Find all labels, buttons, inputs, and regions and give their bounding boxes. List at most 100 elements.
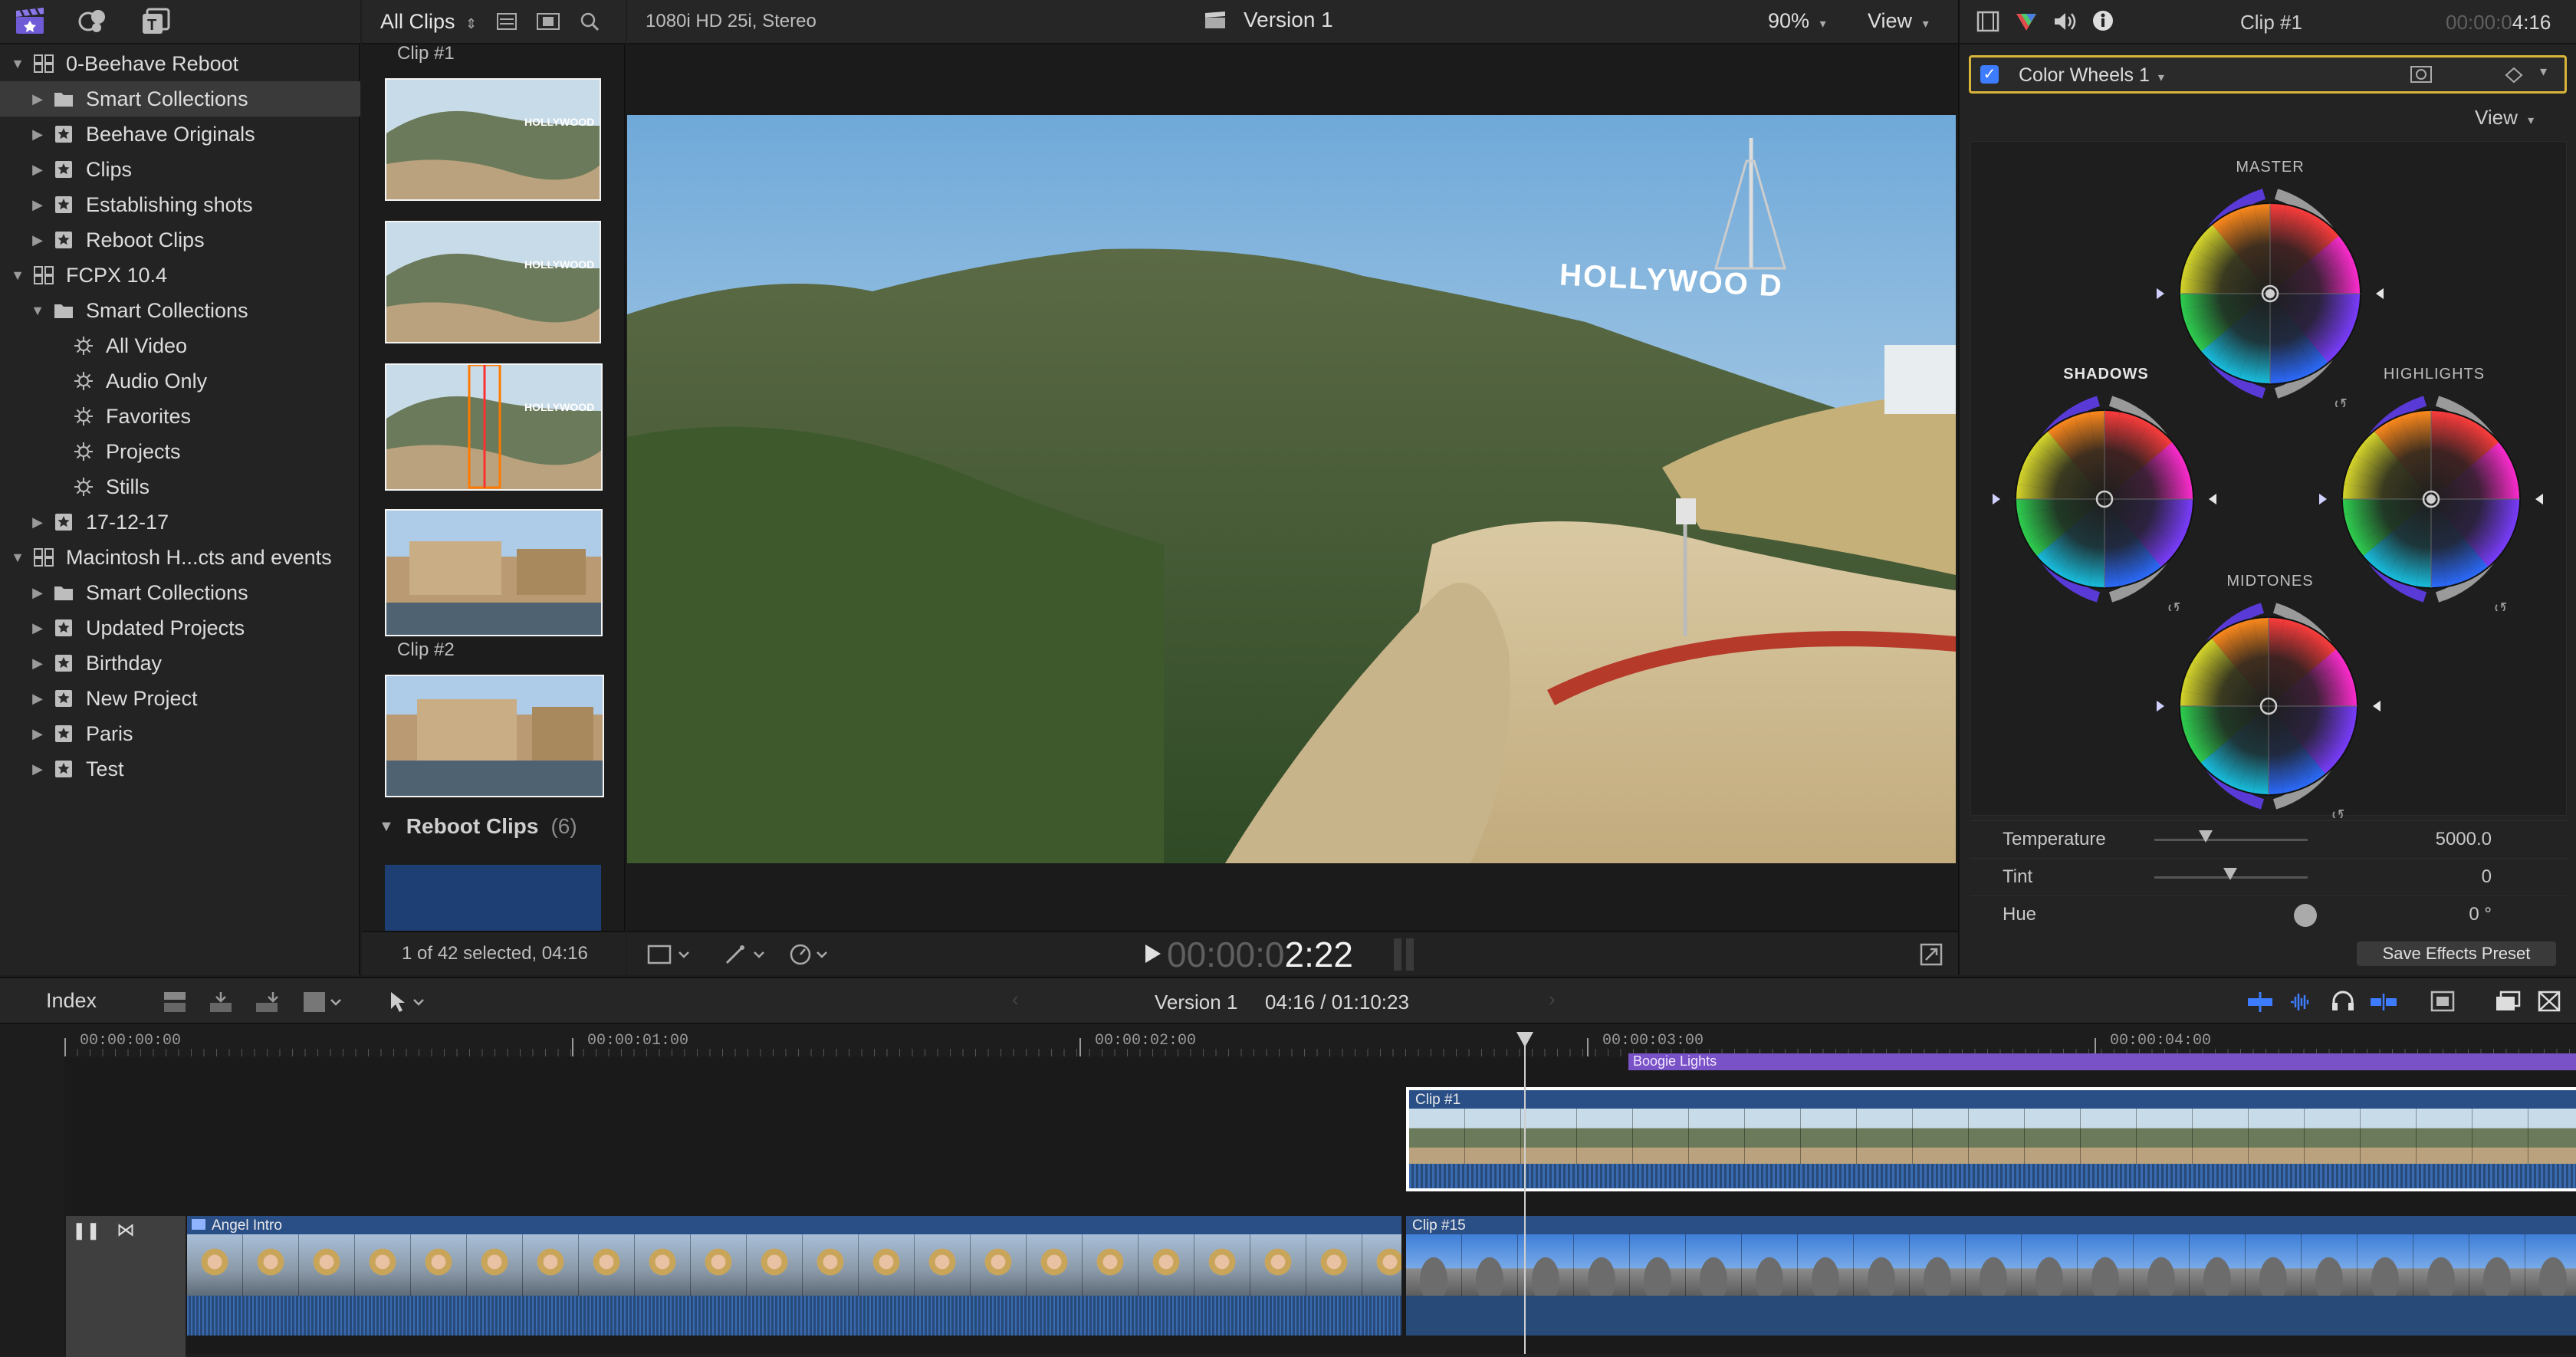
sidebar-item[interactable]: ▶ Clips xyxy=(0,152,360,187)
param-value[interactable]: 5000.0 xyxy=(2354,829,2492,850)
sidebar-item[interactable]: ▼ Smart Collections xyxy=(0,293,360,328)
list-view-icon[interactable] xyxy=(497,13,518,30)
enhance-wand-icon[interactable] xyxy=(722,943,768,966)
gap-clip[interactable]: ❚❚ ⋈ xyxy=(66,1216,186,1357)
disclosure-down-icon[interactable]: ▼ xyxy=(9,55,26,72)
save-effects-preset-button[interactable]: Save Effects Preset xyxy=(2357,941,2556,966)
color-wheel-master[interactable]: ↺ xyxy=(2157,180,2384,407)
sidebar-item[interactable]: ▶ Reboot Clips xyxy=(0,222,360,258)
sidebar-item[interactable]: ▼ Macintosh H...cts and events xyxy=(0,540,360,575)
effect-name-dropdown[interactable]: Color Wheels 1 ▾ xyxy=(2019,64,2164,87)
retime-speed-icon[interactable] xyxy=(788,943,834,966)
sidebar-item[interactable]: ▶ Test xyxy=(0,751,360,787)
timeline-clip-selected[interactable]: Clip #1 xyxy=(1406,1087,2576,1191)
disclosure-right-icon[interactable]: ▶ xyxy=(29,619,46,636)
fullscreen-icon[interactable] xyxy=(1920,943,1943,966)
effects-browser-icon[interactable] xyxy=(2495,991,2521,1012)
disclosure-down-icon[interactable]: ▼ xyxy=(9,549,26,566)
sidebar-item[interactable]: ▶ Smart Collections xyxy=(0,575,360,610)
playhead[interactable] xyxy=(1524,1033,1526,1354)
sidebar-item[interactable]: Projects xyxy=(0,434,360,469)
transitions-browser-icon[interactable] xyxy=(2538,991,2561,1012)
disclosure-right-icon[interactable]: ▶ xyxy=(29,232,46,248)
transform-tool-icon[interactable] xyxy=(647,943,693,966)
disclosure-right-icon[interactable]: ▶ xyxy=(29,725,46,742)
disclosure-right-icon[interactable]: ▶ xyxy=(29,761,46,777)
disclosure-right-icon[interactable]: ▶ xyxy=(29,161,46,178)
audio-skimming-icon[interactable] xyxy=(2289,992,2317,1012)
play-button[interactable] xyxy=(1142,941,1164,966)
browser-group-header[interactable]: ▼ Reboot Clips (6) xyxy=(379,814,577,839)
append-clip-icon[interactable] xyxy=(253,991,281,1014)
back-arrow-icon[interactable]: ‹ xyxy=(1012,987,1019,1011)
clip-thumbnail[interactable]: HOLLYWOOD xyxy=(385,221,601,343)
color-wheel-midtones[interactable]: ↺ xyxy=(2157,594,2380,818)
index-button[interactable]: Index xyxy=(46,989,97,1013)
sidebar-item[interactable]: ▼ FCPX 10.4 xyxy=(0,258,360,293)
sidebar-item[interactable]: Stills xyxy=(0,469,360,504)
view-menu[interactable]: View ▾ xyxy=(1868,9,1929,33)
param-value[interactable]: 0 xyxy=(2354,866,2492,888)
audio-inspector-icon[interactable] xyxy=(2053,11,2078,32)
photos-music-icon[interactable] xyxy=(77,6,109,37)
sidebar-item[interactable]: ▶ Updated Projects xyxy=(0,610,360,646)
sidebar-item[interactable]: ▶ Paris xyxy=(0,716,360,751)
effect-header[interactable]: ✓ Color Wheels 1 ▾ ▾ xyxy=(1969,55,2567,94)
headphones-icon[interactable] xyxy=(2331,991,2355,1012)
select-tool-icon[interactable] xyxy=(386,991,429,1014)
search-icon[interactable] xyxy=(580,12,600,31)
timeline-ruler[interactable]: 00:00:00:00 00:00:01:00 00:00:02:00 00:0… xyxy=(64,1026,2576,1056)
disclosure-right-icon[interactable]: ▶ xyxy=(29,584,46,601)
inspector-view-menu[interactable]: View ▾ xyxy=(2475,106,2534,130)
insert-clip-icon[interactable] xyxy=(207,991,235,1014)
clip-appearance-icon[interactable] xyxy=(2430,991,2455,1012)
mask-icon[interactable] xyxy=(2410,65,2433,84)
sidebar-item[interactable]: Audio Only xyxy=(0,363,360,399)
chevron-down-icon[interactable]: ▾ xyxy=(2540,64,2547,80)
sidebar-item[interactable]: ▶ New Project xyxy=(0,681,360,716)
disclosure-right-icon[interactable]: ▶ xyxy=(29,196,46,213)
playhead-handle[interactable] xyxy=(1516,1032,1533,1047)
sidebar-item[interactable]: All Video xyxy=(0,328,360,363)
disclosure-right-icon[interactable]: ▶ xyxy=(29,690,46,707)
sidebar-item[interactable]: ▶ Smart Collections xyxy=(0,81,360,117)
sidebar-item[interactable]: ▼ 0-Beehave Reboot xyxy=(0,46,360,81)
clip-thumbnail[interactable] xyxy=(385,675,604,797)
color-wheel-highlights[interactable]: ↺ xyxy=(2319,387,2543,611)
sidebar-item[interactable]: ▶ Birthday xyxy=(0,646,360,681)
info-icon[interactable] xyxy=(2091,9,2114,32)
zoom-dropdown[interactable]: 90% ▾ xyxy=(1768,9,1826,33)
clip-thumbnail[interactable]: HOLLYWOOD xyxy=(385,78,601,201)
clip-filter-dropdown[interactable]: All Clips ⇕ xyxy=(380,10,477,34)
filmstrip-view-icon[interactable] xyxy=(537,13,560,30)
temperature-slider[interactable] xyxy=(2154,839,2308,841)
disclosure-right-icon[interactable]: ▶ xyxy=(29,126,46,143)
title-clip[interactable]: Boogie Lights xyxy=(1628,1053,2576,1070)
param-value[interactable]: 0 ° xyxy=(2354,904,2492,925)
snapping-icon[interactable] xyxy=(2369,992,2400,1012)
keyframe-diamond-icon[interactable] xyxy=(2505,67,2523,84)
video-frame[interactable]: HOLLYWOO D xyxy=(627,115,1956,863)
hue-dial[interactable] xyxy=(2294,904,2317,927)
sidebar-item[interactable]: Favorites xyxy=(0,399,360,434)
overwrite-clip-icon[interactable] xyxy=(301,991,343,1014)
timeline-clip-primary[interactable]: Angel Intro xyxy=(187,1216,1401,1336)
skimming-icon[interactable] xyxy=(2246,992,2274,1012)
color-inspector-icon[interactable] xyxy=(2015,11,2038,32)
disclosure-down-icon[interactable]: ▼ xyxy=(9,267,26,284)
timeline-clip-primary[interactable]: Clip #15 xyxy=(1406,1216,2576,1336)
disclosure-right-icon[interactable]: ▶ xyxy=(29,655,46,672)
video-inspector-icon[interactable] xyxy=(1976,11,1999,32)
sidebar-item[interactable]: ▶ 17-12-17 xyxy=(0,504,360,540)
clip-thumbnail[interactable] xyxy=(385,509,603,636)
sidebar-item[interactable]: ▶ Establishing shots xyxy=(0,187,360,222)
clip-thumbnail-selected[interactable]: HOLLYWOOD xyxy=(385,363,603,491)
slider-knob[interactable] xyxy=(2223,868,2237,880)
slider-knob[interactable] xyxy=(2199,830,2213,843)
sidebar-item[interactable]: ▶ Beehave Originals xyxy=(0,117,360,152)
color-wheel-shadows[interactable]: ↺ xyxy=(1993,387,2216,611)
titles-icon[interactable]: T xyxy=(140,6,172,37)
clapper-library-icon[interactable] xyxy=(14,6,46,37)
clip-thumbnail[interactable] xyxy=(385,865,601,932)
effect-enable-checkbox[interactable]: ✓ xyxy=(1980,65,1999,84)
